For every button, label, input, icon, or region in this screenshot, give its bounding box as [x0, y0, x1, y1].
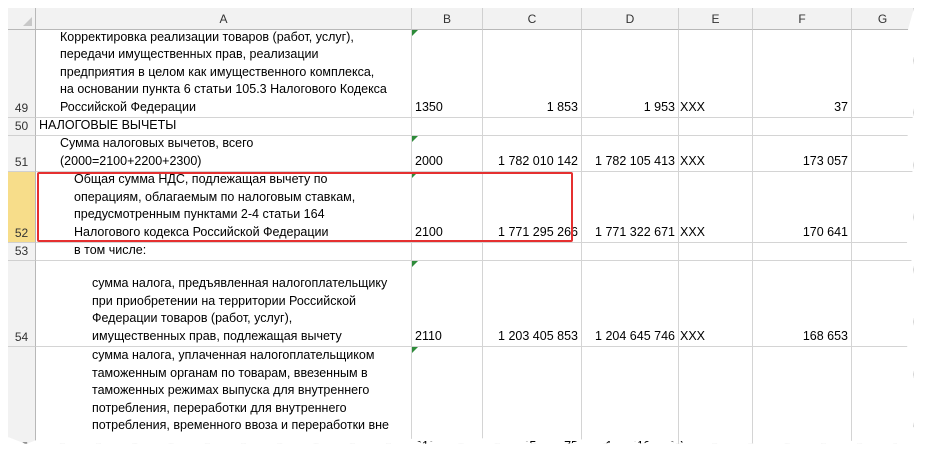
row-header-55[interactable]: 55 [8, 347, 36, 444]
row-header-49[interactable]: 49 [8, 30, 36, 118]
cell-b55[interactable]: 2120 [412, 347, 483, 444]
cell-b50[interactable] [412, 118, 483, 136]
cell-g54[interactable] [852, 261, 914, 347]
cell-a54[interactable]: сумма налога, предъявленная налогоплател… [36, 261, 412, 347]
column-header-b[interactable]: B [412, 8, 483, 30]
cell-b49[interactable]: 1350 [412, 30, 483, 118]
row-header-51[interactable]: 51 [8, 136, 36, 172]
column-header-d[interactable]: D [582, 8, 679, 30]
cell-f52[interactable]: 170 641 [753, 172, 852, 243]
cell-b51[interactable]: 2000 [412, 136, 483, 172]
cell-g55[interactable] [852, 347, 914, 444]
cell-a55[interactable]: сумма налога, уплаченная налогоплательщи… [36, 347, 412, 444]
cell-d50[interactable] [582, 118, 679, 136]
column-header-g[interactable]: G [852, 8, 914, 30]
cell-d49[interactable]: 1 953 [582, 30, 679, 118]
cell-e49[interactable]: XXX [679, 30, 753, 118]
cell-e52[interactable]: XXX [679, 172, 753, 243]
cell-c54[interactable]: 1 203 405 853 [483, 261, 582, 347]
cell-d55[interactable]: 105 413 790 [582, 347, 679, 444]
cell-g51[interactable] [852, 136, 914, 172]
spreadsheet-grid: A B C D E F G 49 Корректировка реализаци… [8, 8, 914, 444]
cell-e55[interactable]: XXX [679, 347, 753, 444]
cell-c49[interactable]: 1 853 [483, 30, 582, 118]
cell-b53[interactable] [412, 243, 483, 261]
row-header-50[interactable]: 50 [8, 118, 36, 136]
select-all-corner[interactable] [8, 8, 36, 30]
cell-a53[interactable]: в том числе: [36, 243, 412, 261]
cell-f50[interactable] [753, 118, 852, 136]
cell-f54[interactable]: 168 653 [753, 261, 852, 347]
cell-e53[interactable] [679, 243, 753, 261]
cell-c50[interactable] [483, 118, 582, 136]
cell-c51[interactable]: 1 782 010 142 [483, 136, 582, 172]
cell-d53[interactable] [582, 243, 679, 261]
cell-c55[interactable]: 105 414 75 [483, 347, 582, 444]
column-header-f[interactable]: F [753, 8, 852, 30]
highlight-frame [37, 172, 573, 242]
cell-f55[interactable]: 9 7 [753, 347, 852, 444]
cell-g52[interactable] [852, 172, 914, 243]
cell-c53[interactable] [483, 243, 582, 261]
row-header-52[interactable]: 52 [8, 172, 36, 243]
cell-b54[interactable]: 2110 [412, 261, 483, 347]
cell-g49[interactable] [852, 30, 914, 118]
cell-f49[interactable]: 37 [753, 30, 852, 118]
cell-d51[interactable]: 1 782 105 413 [582, 136, 679, 172]
column-header-c[interactable]: C [483, 8, 582, 30]
cell-d54[interactable]: 1 204 645 746 [582, 261, 679, 347]
cell-d52[interactable]: 1 771 322 671 [582, 172, 679, 243]
row-header-53[interactable]: 53 [8, 243, 36, 261]
column-header-e[interactable]: E [679, 8, 753, 30]
cell-f53[interactable] [753, 243, 852, 261]
cell-f51[interactable]: 173 057 [753, 136, 852, 172]
cell-a51[interactable]: Сумма налоговых вычетов, всего (2000=210… [36, 136, 412, 172]
cell-g53[interactable] [852, 243, 914, 261]
cell-e51[interactable]: XXX [679, 136, 753, 172]
cell-g50[interactable] [852, 118, 914, 136]
cell-e50[interactable] [679, 118, 753, 136]
cell-a49[interactable]: Корректировка реализации товаров (работ,… [36, 30, 412, 118]
cell-a50[interactable]: НАЛОГОВЫЕ ВЫЧЕТЫ [36, 118, 412, 136]
column-header-a[interactable]: A [36, 8, 412, 30]
row-header-54[interactable]: 54 [8, 261, 36, 347]
cell-e54[interactable]: XXX [679, 261, 753, 347]
